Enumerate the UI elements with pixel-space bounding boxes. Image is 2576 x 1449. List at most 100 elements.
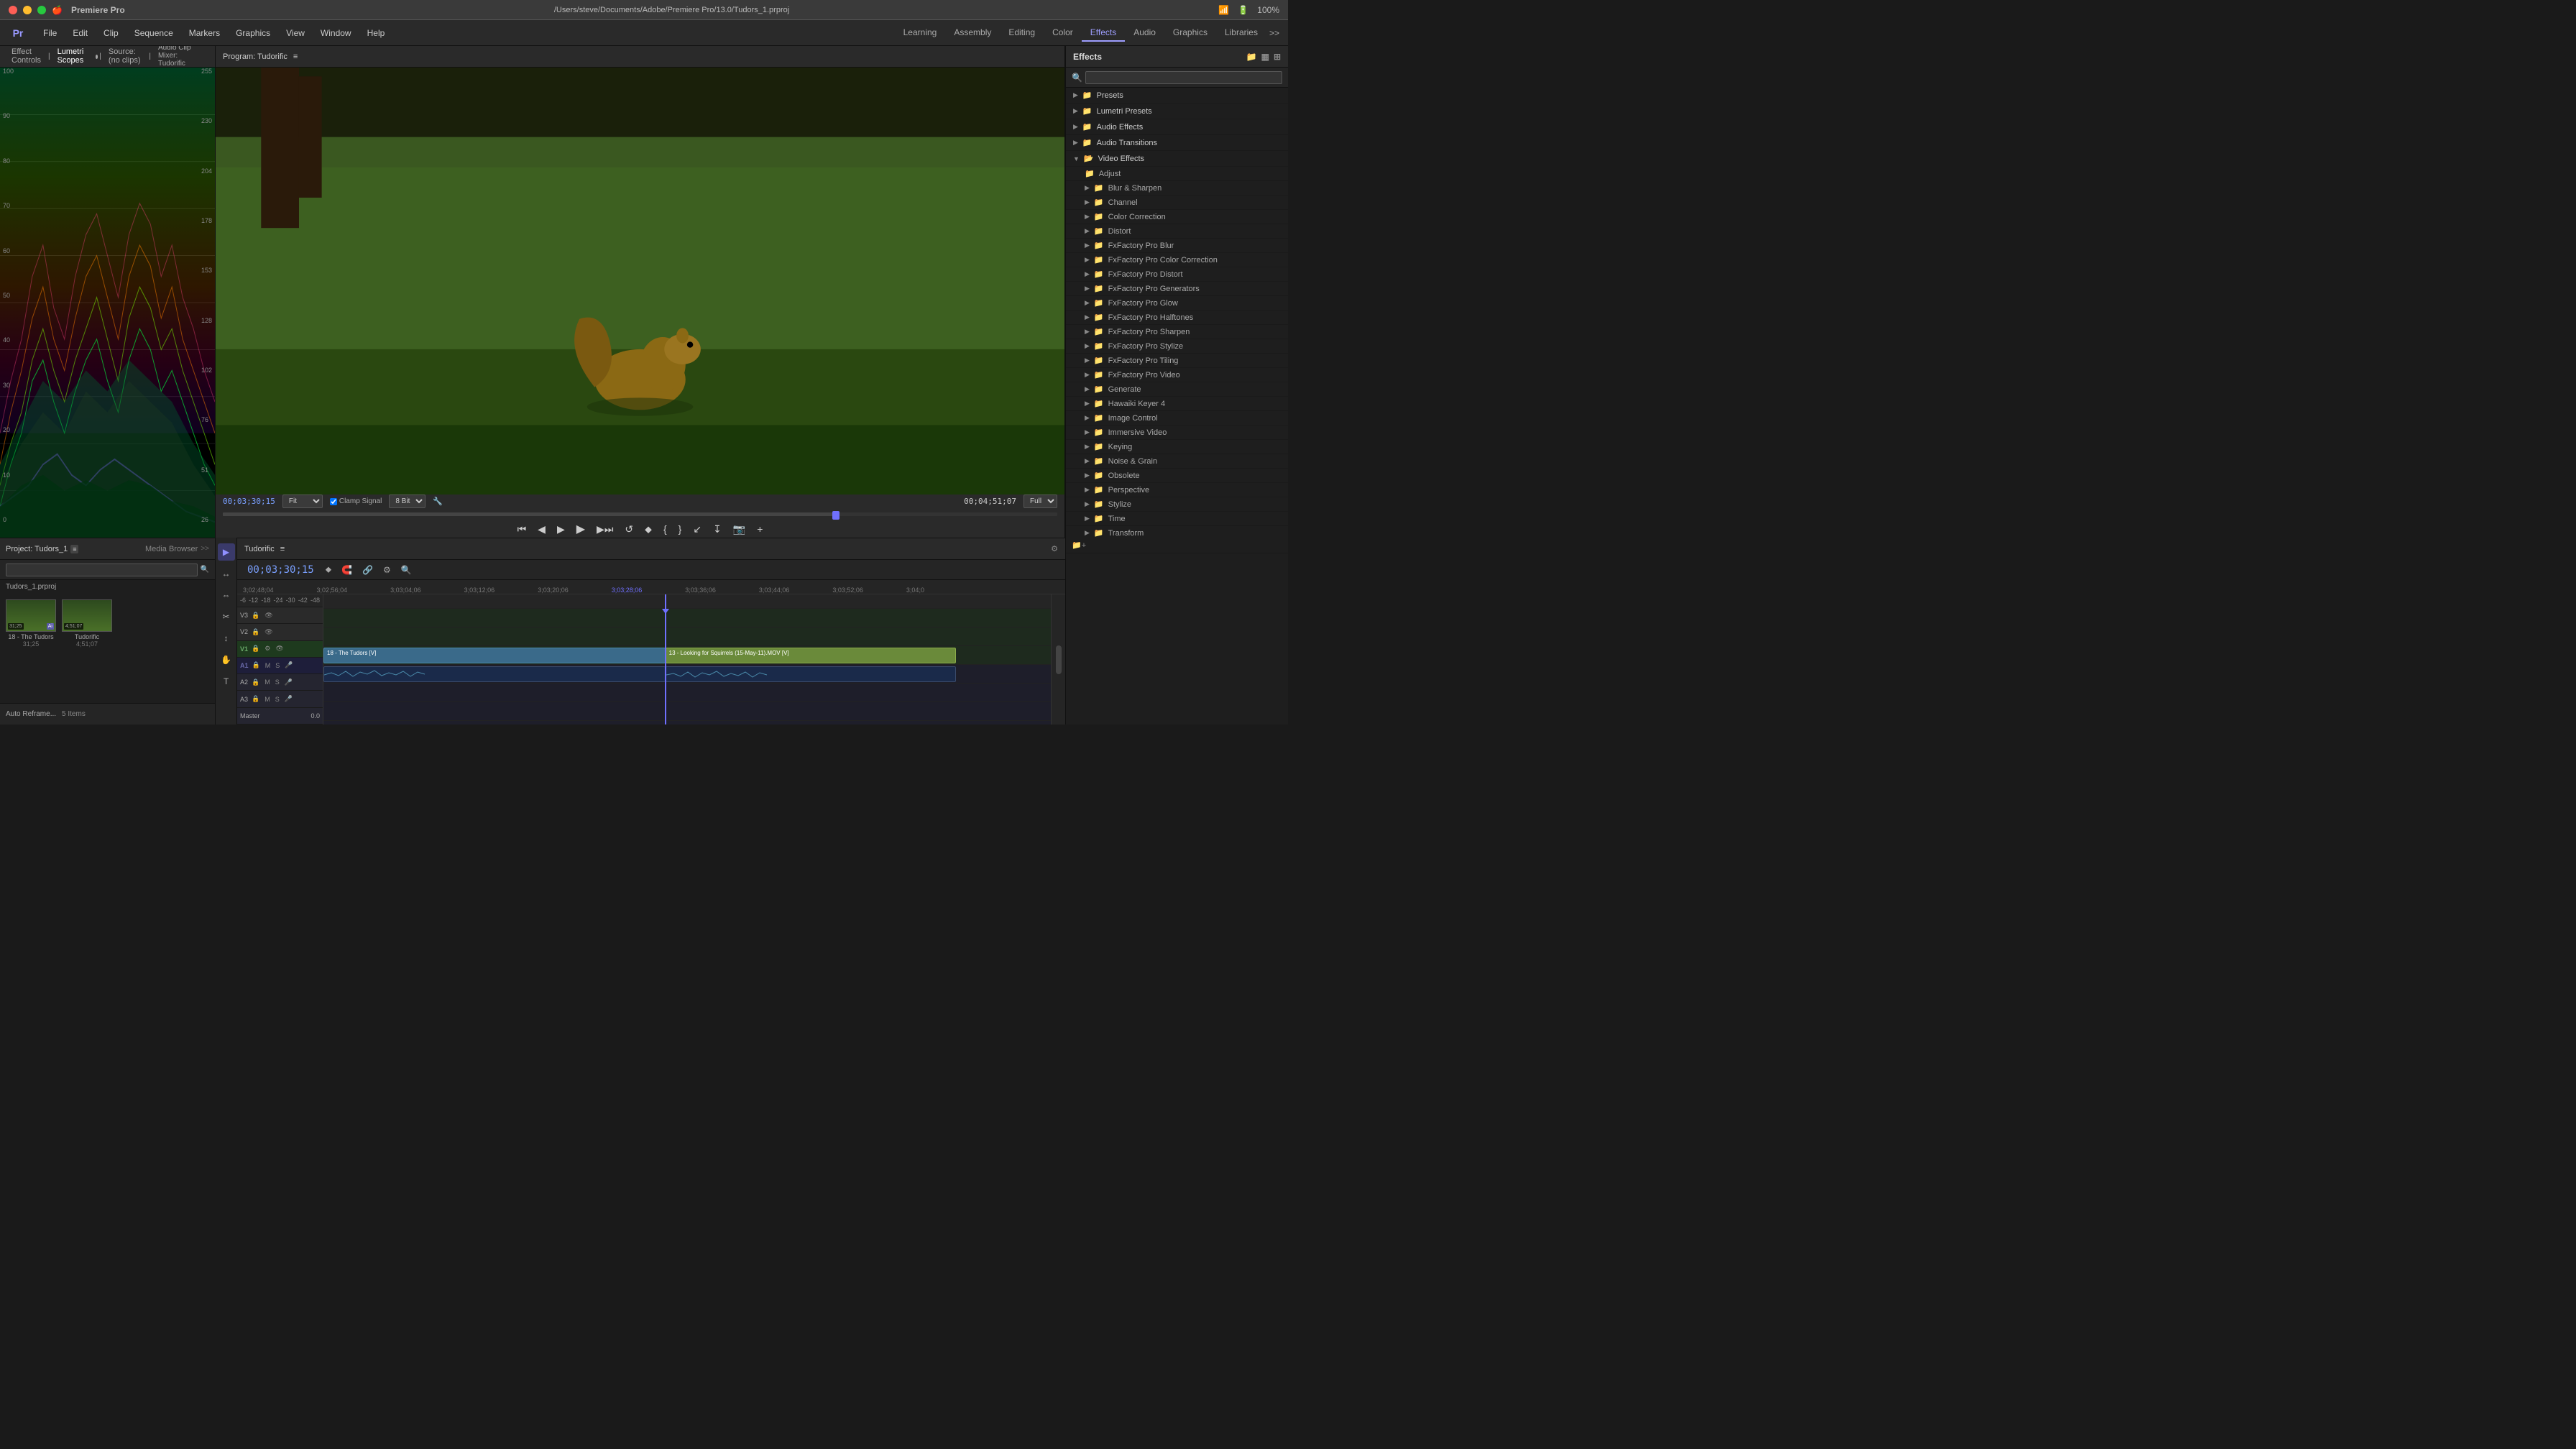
export-frame-button[interactable]: 📷 [730,522,748,537]
menu-file[interactable]: File [36,25,64,41]
effect-fxfactory-tiling[interactable]: ▶ 📁 FxFactory Pro Tiling [1066,354,1288,368]
effect-time[interactable]: ▶ 📁 Time [1066,512,1288,526]
hand-tool-button[interactable]: ✋ [218,651,235,668]
link-button[interactable]: 🔗 [359,564,376,576]
ws-tab-learning[interactable]: Learning [895,24,946,42]
play-button[interactable]: ▶ [574,520,588,538]
audio-clip-2[interactable] [666,666,957,682]
a2-mic-button[interactable]: 🎤 [283,678,294,687]
close-button[interactable] [9,6,17,14]
effects-search-input[interactable] [1085,71,1282,84]
effect-immersive-video[interactable]: ▶ 📁 Immersive Video [1066,426,1288,440]
loop-button[interactable]: ↺ [622,522,636,537]
folder-audio-effects[interactable]: ▶ 📁 Audio Effects [1066,119,1288,135]
add-marker-button[interactable]: ⬥ [642,522,655,537]
clamp-signal-checkbox[interactable]: Clamp Signal [330,497,382,505]
ripple-tool-button[interactable]: ⇔ [218,586,235,604]
step-back-button[interactable]: ◀ [535,522,548,537]
effect-fxfactory-distort[interactable]: ▶ 📁 FxFactory Pro Distort [1066,267,1288,282]
out-point-button[interactable]: } [676,522,685,536]
a2-m-button[interactable]: M [263,678,272,686]
clip-tudors-video[interactable]: 18 - The Tudors [V] [323,648,666,663]
a1-s-button[interactable]: S [274,661,281,670]
minimize-button[interactable] [23,6,32,14]
scrollbar-thumb[interactable] [1056,645,1062,674]
effect-transform[interactable]: ▶ 📁 Transform [1066,526,1288,538]
folder-video-effects[interactable]: ▼ 📂 Video Effects [1066,151,1288,167]
tab-effect-controls[interactable]: Effect Controls [6,46,47,69]
type-tool-button[interactable]: T [218,673,235,690]
menu-markers[interactable]: Markers [182,25,227,41]
bit-depth-dropdown[interactable]: 8 Bit [389,494,426,508]
timecode-right[interactable]: 00;04;51;07 [964,497,1016,506]
folder-lumetri-presets[interactable]: ▶ 📁 Lumetri Presets [1066,104,1288,119]
effects-settings-icon[interactable]: ⊞ [1274,52,1281,62]
effect-fxfactory-stylize[interactable]: ▶ 📁 FxFactory Pro Stylize [1066,339,1288,354]
a2-s-button[interactable]: S [274,678,281,686]
monitor-menu-icon[interactable]: ≡ [293,52,298,61]
audio-clip-1[interactable] [323,666,666,682]
v2-eye-button[interactable]: 👁 [263,627,274,637]
add-folder-icon[interactable]: 📁+ [1072,541,1086,550]
go-to-in-point-button[interactable]: ⏮ [515,522,530,537]
a3-s-button[interactable]: S [274,695,281,704]
thumbnail-tudors[interactable]: Ai 31;25 18 - The Tudors 31;25 [6,599,56,648]
v2-lock-button[interactable]: 🔒 [250,627,261,637]
scrubber-thumb[interactable] [832,511,840,520]
effect-perspective[interactable]: ▶ 📁 Perspective [1066,483,1288,497]
a3-mic-button[interactable]: 🎤 [283,694,294,704]
timecode-left[interactable]: 00;03;30;15 [223,497,275,506]
razor-tool-button[interactable]: ✂ [218,608,235,625]
project-search-input[interactable] [6,564,198,576]
new-folder-icon[interactable]: 📁 [1246,52,1257,62]
clip-squirrels-video[interactable]: 13 - Looking for Squirrels (15-May-11).M… [666,648,957,663]
a2-lock-button[interactable]: 🔒 [250,678,261,687]
folder-presets[interactable]: ▶ 📁 Presets [1066,88,1288,104]
effect-channel[interactable]: ▶ 📁 Channel [1066,196,1288,210]
menu-clip[interactable]: Clip [96,25,126,41]
timeline-settings-icon[interactable]: ⚙ [1051,544,1058,553]
workspace-more-button[interactable]: >> [1266,25,1282,41]
settings-button[interactable]: ⚙ [380,564,394,576]
tab-source[interactable]: Source: (no clips) [103,46,147,69]
quality-dropdown[interactable]: Full 1/2 1/4 [1024,494,1057,508]
ws-tab-assembly[interactable]: Assembly [945,24,1000,42]
effect-fxfactory-sharpen[interactable]: ▶ 📁 FxFactory Pro Sharpen [1066,325,1288,339]
zoom-button[interactable]: 🔍 [398,564,415,576]
timeline-scrollbar[interactable] [1051,594,1065,724]
effect-keying[interactable]: ▶ 📁 Keying [1066,440,1288,454]
effects-menu-icon[interactable]: ▦ [1261,52,1269,62]
go-to-out-point-button[interactable]: ▶⏭ [594,522,616,537]
timeline-menu-icon[interactable]: ≡ [280,545,285,553]
a1-lock-button[interactable]: 🔒 [251,661,262,670]
add-button[interactable]: + [754,522,765,536]
insert-button[interactable]: ↙ [690,522,704,537]
menu-graphics[interactable]: Graphics [229,25,277,41]
menu-window[interactable]: Window [313,25,359,41]
effect-adjust[interactable]: 📁 Adjust [1066,167,1288,181]
effect-fxfactory-halftones[interactable]: ▶ 📁 FxFactory Pro Halftones [1066,310,1288,325]
effect-fxfactory-video[interactable]: ▶ 📁 FxFactory Pro Video [1066,368,1288,382]
track-select-tool-button[interactable]: ↔ [218,565,235,582]
effect-image-control[interactable]: ▶ 📁 Image Control [1066,411,1288,426]
effect-fxfactory-blur[interactable]: ▶ 📁 FxFactory Pro Blur [1066,239,1288,253]
snap-button[interactable]: 🧲 [339,564,355,576]
in-point-button[interactable]: { [661,522,670,536]
a3-m-button[interactable]: M [263,695,272,704]
effect-fxfactory-color-correction[interactable]: ▶ 📁 FxFactory Pro Color Correction [1066,253,1288,267]
effect-blur-sharpen[interactable]: ▶ 📁 Blur & Sharpen [1066,181,1288,196]
maximize-button[interactable] [37,6,46,14]
monitor-scrubber[interactable] [223,512,1057,516]
overwrite-button[interactable]: ↧ [710,522,724,537]
effect-color-correction[interactable]: ▶ 📁 Color Correction [1066,210,1288,224]
v1-lock-button[interactable]: 🔒 [250,644,261,653]
selection-tool-button[interactable]: ▶ [218,543,235,561]
timeline-timecode[interactable]: 00;03;30;15 [243,564,318,576]
effect-hawaiki-keyer[interactable]: ▶ 📁 Hawaiki Keyer 4 [1066,397,1288,411]
a1-m-button[interactable]: M [264,661,272,670]
menu-help[interactable]: Help [360,25,392,41]
effect-obsolete[interactable]: ▶ 📁 Obsolete [1066,469,1288,483]
auto-reframe-label[interactable]: Auto Reframe... [6,710,56,718]
menu-edit[interactable]: Edit [65,25,95,41]
effect-fxfactory-generators[interactable]: ▶ 📁 FxFactory Pro Generators [1066,282,1288,296]
